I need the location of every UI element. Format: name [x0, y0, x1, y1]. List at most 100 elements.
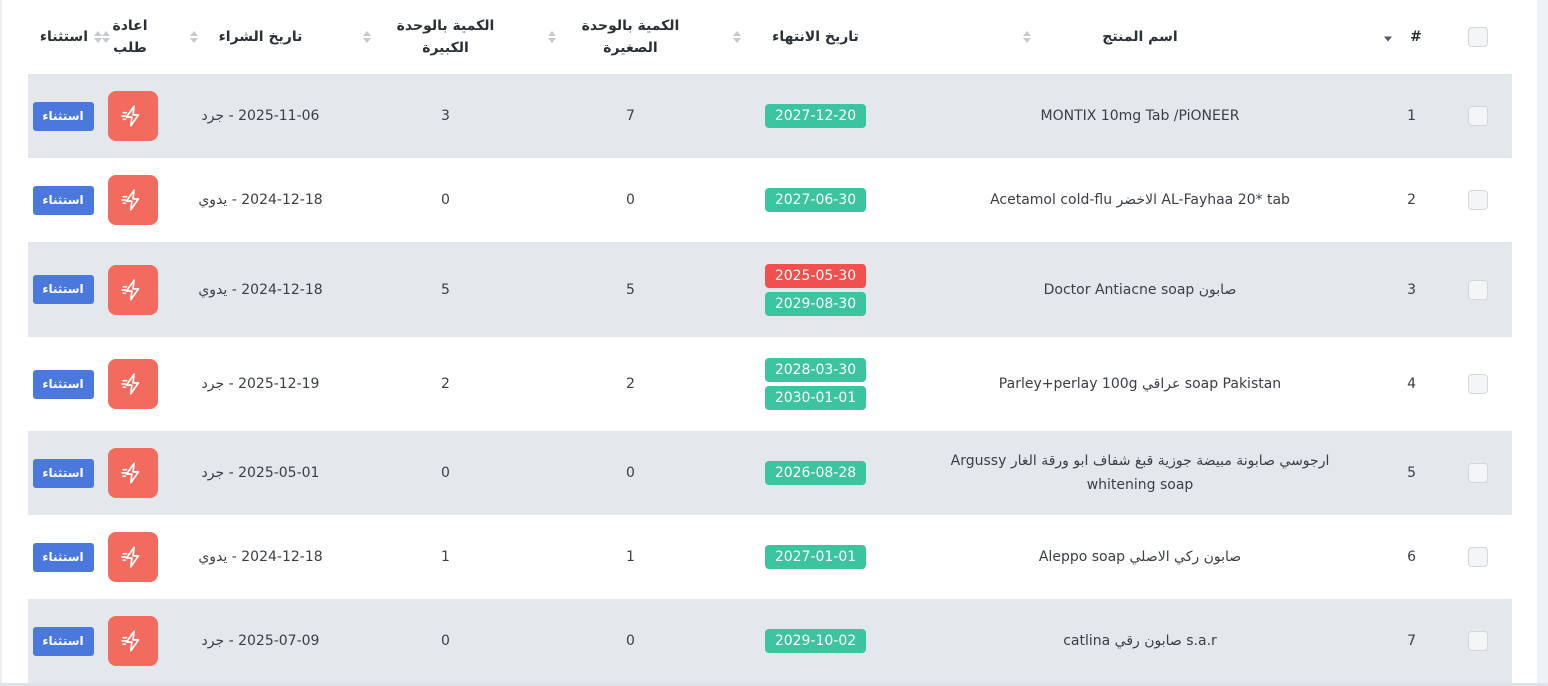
sort-desc-icon: [363, 38, 371, 43]
row-index: 6: [1407, 549, 1416, 565]
large-unit-qty: 0: [441, 633, 450, 649]
row-checkbox[interactable]: [1468, 463, 1488, 483]
column-header-label: تاريخ الانتهاء: [772, 29, 859, 45]
row-checkbox[interactable]: [1468, 106, 1488, 126]
column-header-index-label: #: [1410, 29, 1422, 45]
expiry-badge: 2026-08-28: [765, 461, 866, 485]
sort-icon[interactable]: [1023, 31, 1031, 43]
row-index: 7: [1407, 633, 1416, 649]
row-select-cell: [1444, 431, 1512, 515]
column-header-exception[interactable]: استثناء: [28, 0, 102, 74]
row-checkbox[interactable]: [1468, 190, 1488, 210]
column-header-label: اعادة طلب: [112, 18, 148, 56]
expiry-date-cell: 2029-10-02: [723, 599, 908, 683]
column-header-reorder[interactable]: اعادة طلب: [98, 0, 168, 74]
lightning-bolt-icon: [120, 277, 146, 303]
sort-asc-icon: [548, 31, 556, 36]
sort-desc-icon: [190, 38, 198, 43]
row-checkbox[interactable]: [1468, 631, 1488, 651]
table-row[interactable]: 5 ارجوسي صابونة مبيضة جوزية قبغ شفاف ابو …: [28, 431, 1512, 515]
small-unit-qty: 0: [626, 465, 635, 481]
table-row[interactable]: 4 Parley+perlay 100g عراقي soap Pakistan 2…: [28, 337, 1512, 431]
exception-cell: استثناء: [28, 599, 98, 683]
reorder-button[interactable]: [108, 448, 158, 498]
table-row[interactable]: 2 Acetamol cold-flu الاخضر AL-Fayhaa 20* …: [28, 158, 1512, 242]
select-all-checkbox[interactable]: [1468, 27, 1488, 47]
sort-icon[interactable]: [190, 31, 198, 43]
product-name: Aleppo soap صابون ركي الاصلي: [908, 515, 1372, 599]
lightning-bolt-icon: [120, 371, 146, 397]
lightning-bolt-icon: [120, 187, 146, 213]
row-index: 1: [1407, 108, 1416, 124]
reorder-button[interactable]: [108, 175, 158, 225]
purchase-date-text: 2025-05-01 - جرد: [201, 465, 320, 481]
column-header-label: تاريخ الشراء: [218, 29, 303, 45]
purchase-date-text: 2025-12-19 - جرد: [201, 376, 320, 392]
sort-icon[interactable]: [1384, 36, 1392, 42]
row-checkbox[interactable]: [1468, 547, 1488, 567]
expiry-badge: 2027-01-01: [765, 545, 866, 569]
column-header-expiry-date[interactable]: تاريخ الانتهاء: [723, 0, 908, 74]
sort-icon[interactable]: [548, 31, 556, 43]
sort-asc-icon: [102, 31, 110, 36]
purchase-date: 2025-05-01 - جرد: [168, 431, 353, 515]
table-row[interactable]: 6 Aleppo soap صابون ركي الاصلي 2027-01-01 1…: [28, 515, 1512, 599]
expiry-date-cell: 2027-06-30: [723, 158, 908, 242]
column-header-index[interactable]: #: [1372, 0, 1444, 74]
table-row[interactable]: 3 Doctor Antiacne soap صابون 2025-05-30 202…: [28, 242, 1512, 337]
lightning-bolt-icon: [120, 103, 146, 129]
reorder-button[interactable]: [108, 616, 158, 666]
exception-button[interactable]: استثناء: [32, 185, 94, 215]
row-checkbox[interactable]: [1468, 279, 1488, 300]
table-row[interactable]: 1 MONTIX 10mg Tab /PiONEER 2027-12-20 7 3 202…: [28, 74, 1512, 158]
page-left-edge: [0, 0, 2, 686]
reorder-button[interactable]: [108, 532, 158, 582]
product-name-text: Parley+perlay 100g عراقي soap Pakistan: [998, 376, 1282, 392]
expiry-date-cell: 2028-03-30 2030-01-01: [723, 337, 908, 431]
column-header-small-unit-qty[interactable]: الكمية بالوحدة الصغيرة: [538, 0, 723, 74]
sort-desc-icon: [1384, 36, 1392, 42]
exception-button[interactable]: استثناء: [32, 369, 94, 399]
column-header-product-name[interactable]: اسم المنتج: [908, 0, 1372, 74]
column-header-purchase-date[interactable]: تاريخ الشراء: [168, 0, 353, 74]
exception-cell: استثناء: [28, 74, 98, 158]
small-unit-qty: 7: [626, 108, 635, 124]
reorder-button[interactable]: [108, 359, 158, 409]
table-row[interactable]: 7 catlina صابون رقي s.a.r 2029-10-02 0 0 2025…: [28, 599, 1512, 683]
sort-asc-icon: [363, 31, 371, 36]
exception-button[interactable]: استثناء: [32, 626, 94, 656]
exception-button[interactable]: استثناء: [32, 458, 94, 488]
row-select-cell: [1444, 158, 1512, 242]
large-unit-qty: 3: [441, 108, 450, 124]
column-header-label: الكمية بالوحدة الكبيرة: [396, 18, 495, 56]
exception-button[interactable]: استثناء: [32, 542, 94, 572]
sort-desc-icon: [102, 38, 110, 43]
reorder-cell: [98, 242, 168, 337]
sort-icon[interactable]: [94, 31, 102, 43]
expiry-date-cell: 2025-05-30 2029-08-30: [723, 242, 908, 337]
select-all-header: [1444, 0, 1512, 74]
large-unit-qty: 2: [441, 376, 450, 392]
reorder-button[interactable]: [108, 91, 158, 141]
sort-icon[interactable]: [102, 31, 110, 43]
expiry-date-cell: 2027-12-20: [723, 74, 908, 158]
sort-icon[interactable]: [733, 31, 741, 43]
purchase-date: 2025-12-19 - جرد: [168, 337, 353, 431]
exception-button[interactable]: استثناء: [32, 275, 94, 304]
row-checkbox[interactable]: [1468, 374, 1488, 394]
exception-button[interactable]: استثناء: [32, 101, 94, 131]
product-name-text: catlina صابون رقي s.a.r: [1063, 633, 1217, 649]
reorder-cell: [98, 431, 168, 515]
sort-desc-icon: [733, 38, 741, 43]
expiry-badge: 2025-05-30: [765, 263, 866, 288]
sort-icon[interactable]: [363, 31, 371, 43]
expiry-badge: 2027-12-20: [765, 104, 866, 128]
purchase-date: 2024-12-18 - يدوي: [168, 242, 353, 337]
expiry-badge: 2030-01-01: [765, 386, 866, 410]
reorder-cell: [98, 158, 168, 242]
sort-asc-icon: [94, 31, 102, 36]
column-header-large-unit-qty[interactable]: الكمية بالوحدة الكبيرة: [353, 0, 538, 74]
reorder-button[interactable]: [108, 264, 158, 315]
scrollbar-track[interactable]: [1537, 0, 1548, 686]
expiry-date-cell: 2027-01-01: [723, 515, 908, 599]
